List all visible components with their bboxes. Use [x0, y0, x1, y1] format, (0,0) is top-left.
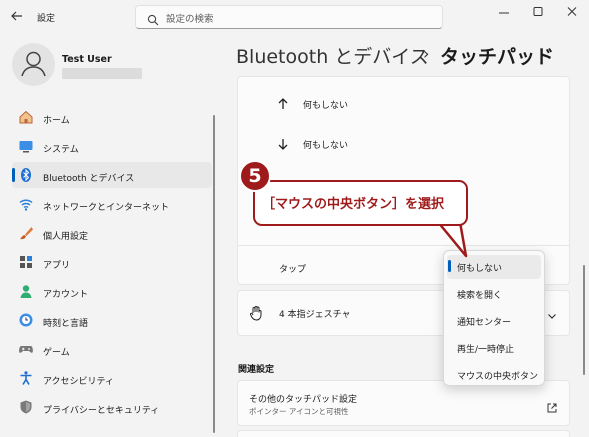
sidebar-item-label: アプリ [43, 261, 71, 271]
sidebar-item-label: 個人用設定 [43, 232, 89, 242]
sidebar-item-label: ネットワークとインターネット [43, 203, 170, 213]
step-number-badge: 5 [239, 160, 271, 192]
dropdown-option-label: 検索を開く [457, 291, 503, 301]
hand-gesture-icon [248, 305, 264, 321]
sidebar-item-home[interactable] [12, 104, 212, 130]
callout-pointer [436, 220, 468, 258]
breadcrumb-separator: › [423, 44, 430, 63]
sidebar-item-accounts[interactable] [12, 278, 212, 304]
accessibility-icon [18, 370, 34, 386]
back-arrow-icon[interactable] [10, 9, 26, 25]
next-card-partial [237, 430, 570, 437]
home-icon [18, 109, 34, 125]
external-link-icon [546, 399, 558, 413]
dropdown-option-label: 通知センター [457, 318, 512, 328]
sidebar-item-label: ホーム [43, 116, 70, 126]
other-touchpad-title: その他のタッチパッド設定 [249, 395, 358, 405]
sidebar-item-label: システム [43, 145, 79, 155]
sidebar-item-personalization[interactable] [12, 220, 212, 246]
sidebar-item-label: Bluetooth とデバイス [43, 174, 135, 184]
monitor-icon [18, 138, 34, 154]
sidebar-scrollbar[interactable] [213, 115, 215, 433]
search-icon [147, 11, 159, 26]
related-settings-heading: 関連設定 [238, 365, 275, 375]
dropdown-option-label: 何もしない [457, 264, 503, 274]
page-title: タッチパッド [440, 46, 555, 68]
gamepad-icon [18, 341, 34, 357]
wifi-icon [18, 196, 34, 212]
shield-icon [18, 399, 34, 415]
arrow-down-icon [276, 136, 290, 150]
bluetooth-icon [18, 167, 34, 183]
sidebar-item-apps[interactable] [12, 249, 212, 275]
selected-indicator [448, 260, 451, 272]
tap-label: タップ [279, 265, 307, 275]
sidebar-item-gaming[interactable] [12, 336, 212, 362]
sidebar-item-label: アカウント [43, 290, 89, 300]
search-placeholder: 設定の検索 [166, 14, 214, 25]
swipe-down-value: 何もしない [303, 141, 349, 151]
main-scrollbar[interactable] [583, 265, 585, 375]
annotation-text: ［マウスの中央ボタン］を選択 [262, 197, 445, 212]
other-touchpad-subtitle: ポインター アイコンと可視性 [249, 407, 349, 416]
clock-globe-icon [18, 312, 34, 328]
maximize-button[interactable] [523, 4, 553, 20]
sidebar-item-system[interactable] [12, 133, 212, 159]
dropdown-option-label: 再生/一時停止 [457, 345, 515, 355]
four-finger-label: 4 本指ジェスチャ [279, 310, 351, 320]
user-name: Test User [62, 54, 112, 65]
account-icon [18, 283, 34, 299]
app-title: 設定 [37, 14, 56, 24]
arrow-up-icon [276, 96, 290, 110]
breadcrumb-parent[interactable]: Bluetooth とデバイス [236, 42, 429, 69]
swipe-up-value: 何もしない [303, 101, 349, 111]
sidebar-item-label: プライバシーとセキュリティ [43, 406, 160, 416]
sidebar-item-label: 時刻と言語 [43, 319, 89, 329]
sidebar-item-label: アクセシビリティ [43, 377, 115, 387]
minimize-button[interactable] [489, 4, 519, 20]
sidebar-item-label: ゲーム [43, 348, 70, 358]
avatar[interactable] [12, 43, 55, 86]
dropdown-option-label: マウスの中央ボタン [457, 372, 539, 382]
apps-icon [18, 254, 34, 270]
close-button[interactable] [557, 4, 587, 20]
brush-icon [18, 225, 34, 241]
sidebar-item-time-language[interactable] [12, 307, 212, 333]
divider [237, 245, 570, 246]
user-email-redacted [62, 68, 142, 79]
chevron-down-icon[interactable] [546, 307, 558, 319]
